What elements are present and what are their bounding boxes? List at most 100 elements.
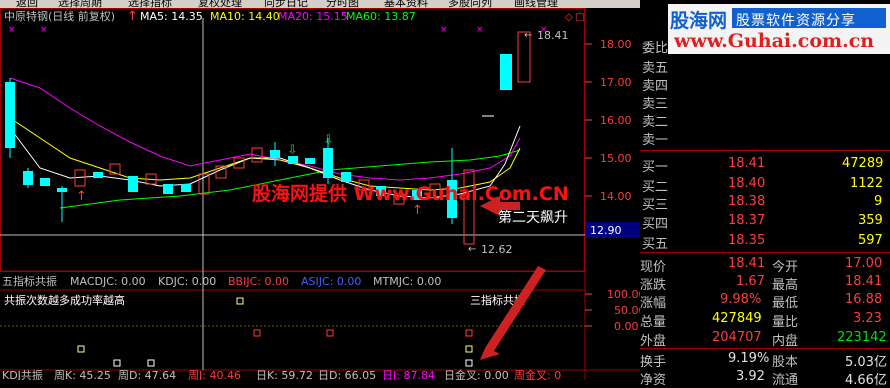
ma60-label: MA60: 13.87 xyxy=(346,10,416,23)
marker-icon: × xyxy=(476,25,484,35)
bid1-price: 18.41 xyxy=(728,156,766,171)
indicator2-dgc: 日金叉: 0.00 xyxy=(444,368,509,380)
stat-row: 总量 427849 量比 3.23 xyxy=(640,310,890,330)
indicator1-mtmjc: MTMJC: 0.00 xyxy=(373,275,441,288)
ask-row: 卖五 xyxy=(640,56,890,76)
price-tick: 16.00 xyxy=(600,114,632,127)
buy-arrow-icon: ↑ xyxy=(76,189,87,204)
ma10-line xyxy=(9,117,521,191)
price-tick: 15.00 xyxy=(600,152,632,165)
candle xyxy=(40,178,50,186)
indicator-tick: 100.00 xyxy=(607,288,640,301)
indicator-tick: 50.00 xyxy=(614,304,640,317)
menu-return[interactable]: 返回 xyxy=(16,0,38,8)
menu-minute[interactable]: 分时图 xyxy=(326,0,359,8)
candle xyxy=(93,172,103,178)
candle xyxy=(57,188,67,192)
watermark: 股海网提供 Www.Guhai.Com.CN xyxy=(252,182,569,205)
marker-icon: × xyxy=(8,25,16,35)
indicator1-kdjc: KDJC: 0.00 xyxy=(158,275,216,288)
price-tick: 17.00 xyxy=(600,76,632,89)
price-pane-frame xyxy=(0,8,585,272)
kline-chart-area[interactable]: 中原特钢(日线 前复权) ↑ MA5: 14.35 MA10: 14.40 MA… xyxy=(0,8,646,382)
up-arrow-icon: ↑ xyxy=(127,9,138,24)
site-logo[interactable]: 股海网 股票软件资源分享 www.Guhai.com.cn xyxy=(668,4,890,54)
ma20-line xyxy=(9,77,521,181)
bid-row: 买三 18.38 9 xyxy=(640,193,890,213)
sell-arrow-icon: ⇩ xyxy=(287,143,298,158)
candle xyxy=(341,172,351,182)
candle xyxy=(270,150,280,158)
indicator1-macdjc: MACDJC: 0.00 xyxy=(70,275,146,288)
bid5-label: 买五 xyxy=(642,237,669,252)
menu-indicator[interactable]: 选择指标 xyxy=(128,0,172,8)
low-label: 12.62 xyxy=(481,243,513,256)
candle xyxy=(463,169,475,245)
stat-value: 17.00 xyxy=(845,256,883,271)
stat-label: 净资 xyxy=(640,373,667,388)
bid5-price: 18.35 xyxy=(728,233,766,248)
stat-value: 4.66亿 xyxy=(845,373,887,388)
candles xyxy=(5,31,531,245)
price-axis: 18.00 17.00 16.00 15.00 14.00 xyxy=(585,38,632,203)
stat-value: 9.19% xyxy=(728,351,770,366)
candle xyxy=(323,148,333,178)
order-ratio-label: 委比 xyxy=(642,41,669,56)
bid2-volume: 1122 xyxy=(850,176,884,191)
current-price-label: 12.90 xyxy=(590,224,622,237)
indicator2-wj: 周J: 40.46 xyxy=(188,369,241,380)
candle xyxy=(128,176,138,192)
stat-label: 量比 xyxy=(772,315,799,330)
annotation-text: 第二天飙升 xyxy=(498,209,568,226)
logo-url: www.Guhai.com.cn xyxy=(674,30,875,52)
stat-value: 18.41 xyxy=(728,256,766,271)
stat-label: 外盘 xyxy=(640,334,667,349)
indicator1-axis: 100.00 50.00 0.00 xyxy=(585,288,646,333)
logo-brand: 股海网 xyxy=(670,10,728,32)
stat-value: 3.23 xyxy=(853,311,882,326)
price-tick: 14.00 xyxy=(600,190,632,203)
candle xyxy=(23,171,33,185)
sell-arrow-icon: ⇩ xyxy=(323,133,334,148)
bid4-volume: 359 xyxy=(858,213,883,228)
ask1-label: 卖一 xyxy=(642,133,669,148)
bid-row: 买四 18.37 359 xyxy=(640,212,890,232)
bid1-label: 买一 xyxy=(642,160,669,175)
indicator2-wd: 周D: 47.64 xyxy=(118,369,176,380)
candle xyxy=(163,184,173,194)
stat-label: 涨幅 xyxy=(640,296,667,311)
menu-profile[interactable]: 基本资料 xyxy=(384,0,428,8)
stat-value: 1.67 xyxy=(736,274,765,289)
indicator2-dj: 日J: 87.84 xyxy=(382,369,435,380)
menu-diary[interactable]: 同步日记 xyxy=(264,0,308,8)
bid-row: 买二 18.40 1122 xyxy=(640,175,890,195)
stat-value: 16.88 xyxy=(845,292,883,307)
quote-panel: 委比 卖五 卖四 卖三 卖二 卖一 买一 18.41 47289 买二 18.4… xyxy=(640,0,890,388)
stat-row: 换手 9.19% 股本 5.03亿 xyxy=(640,350,890,370)
menu-adjust[interactable]: 复权处理 xyxy=(198,0,242,8)
bid4-price: 18.37 xyxy=(728,213,766,228)
indicator-tick: 0.00 xyxy=(614,320,639,333)
stat-row: 涨幅 9.98% 最低 16.88 xyxy=(640,291,890,311)
stat-value: 3.92 xyxy=(736,369,765,384)
indicator1-bbijc: BBIJC: 0.00 xyxy=(228,275,289,288)
bid-row: 买五 18.35 597 xyxy=(640,232,890,252)
bid3-price: 18.38 xyxy=(728,194,766,209)
indicator1-name: 五指标共振 xyxy=(2,274,57,288)
candle xyxy=(5,82,15,148)
stat-row: 涨跌 1.67 最高 18.41 xyxy=(640,273,890,293)
indicator2-wgc: 周金叉: 0 xyxy=(514,368,561,380)
signal-squares xyxy=(77,297,473,367)
indicator2-name: KDJ共振 xyxy=(2,368,43,380)
stat-row: 净资 3.92 流通 4.66亿 xyxy=(640,368,890,388)
high-arrow-icon: ← xyxy=(524,30,532,41)
stat-label: 内盘 xyxy=(772,334,799,349)
candle xyxy=(181,184,191,192)
menu-drawing[interactable]: 画线管理 xyxy=(514,0,558,8)
bid-row: 买一 18.41 47289 xyxy=(640,155,890,175)
menu-multi[interactable]: 多股同列 xyxy=(448,0,492,8)
stat-label: 流通 xyxy=(772,373,799,388)
indicator2-dd: 日D: 66.05 xyxy=(318,369,376,380)
ma10-label: MA10: 14.40 xyxy=(210,10,280,23)
menu-period[interactable]: 选择周期 xyxy=(58,0,102,8)
